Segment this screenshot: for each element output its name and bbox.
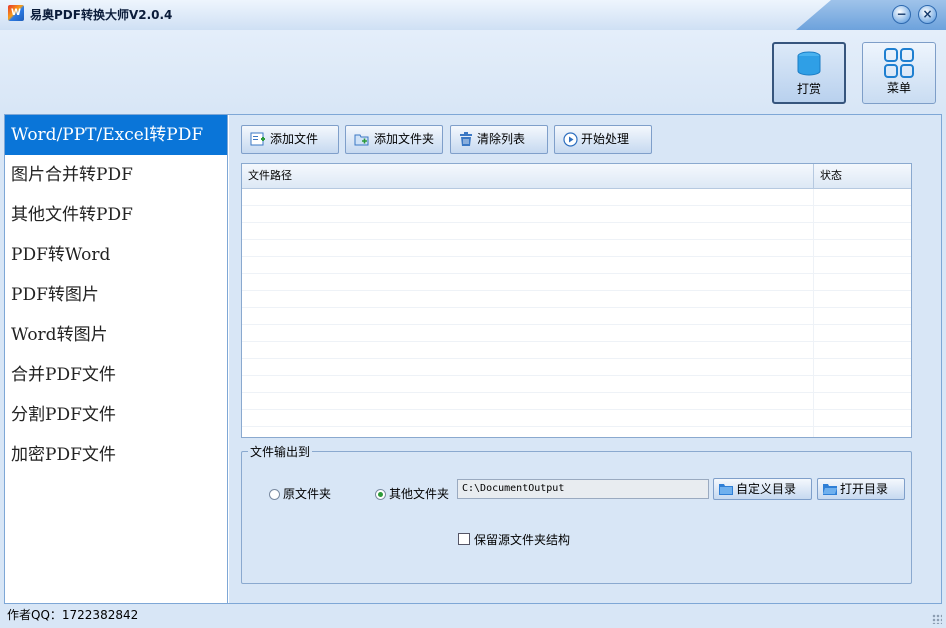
radio-indicator [269, 489, 280, 500]
radio-source-folder[interactable]: 原文件夹 [269, 485, 331, 502]
folder-icon [719, 484, 733, 495]
table-row [242, 325, 911, 342]
output-groupbox: 文件输出到 原文件夹 其他文件夹 C:\DocumentOutput 自定义目录 [241, 443, 912, 584]
resize-grip[interactable] [932, 614, 942, 624]
column-header-status[interactable]: 状态 [820, 164, 842, 188]
minimize-button[interactable]: − [892, 5, 911, 24]
open-directory-label: 打开目录 [840, 482, 889, 496]
add-folder-label: 添加文件夹 [374, 132, 435, 146]
table-header: 文件路径 状态 [242, 164, 911, 189]
output-legend: 文件输出到 [248, 443, 313, 460]
reward-label: 打赏 [796, 82, 821, 96]
table-row [242, 359, 911, 376]
table-row [242, 376, 911, 393]
sidebar-item-word-to-image[interactable]: Word转图片 [5, 315, 227, 355]
sidebar-item-pdf-to-word[interactable]: PDF转Word [5, 235, 227, 275]
trash-icon [460, 132, 472, 146]
content-panel: 添加文件 添加文件夹 清除列表 开始处理 文件路径 状态 文件输出到 原文件夹 … [229, 115, 941, 603]
app-logo-icon: W [8, 5, 24, 21]
table-row [242, 240, 911, 257]
start-button[interactable]: 开始处理 [554, 125, 652, 154]
table-row [242, 291, 911, 308]
sidebar-item-pdf-to-image[interactable]: PDF转图片 [5, 275, 227, 315]
table-row [242, 427, 911, 437]
radio-other-folder-label: 其他文件夹 [389, 487, 450, 501]
sidebar-item-other-to-pdf[interactable]: 其他文件转PDF [5, 195, 227, 235]
add-file-icon [250, 132, 265, 146]
table-row [242, 274, 911, 291]
open-directory-button[interactable]: 打开目录 [817, 478, 905, 500]
table-row [242, 257, 911, 274]
top-toolbar: 打赏 菜单 [0, 30, 946, 112]
status-bar: 作者QQ：1722382842 [0, 604, 946, 628]
file-list-table[interactable]: 文件路径 状态 [241, 163, 912, 438]
table-row [242, 189, 911, 206]
table-row [242, 308, 911, 325]
sidebar: Word/PPT/Excel转PDF 图片合并转PDF 其他文件转PDF PDF… [5, 115, 228, 603]
keep-structure-label: 保留源文件夹结构 [474, 533, 571, 547]
reward-button[interactable]: 打赏 [772, 42, 846, 104]
add-folder-button[interactable]: 添加文件夹 [345, 125, 443, 154]
table-row [242, 223, 911, 240]
title-bar: W 易奥PDF转换大师V2.0.4 − × [0, 0, 946, 30]
add-file-button[interactable]: 添加文件 [241, 125, 339, 154]
window-title: 易奥PDF转换大师V2.0.4 [30, 8, 173, 22]
sidebar-item-encrypt-pdf[interactable]: 加密PDF文件 [5, 435, 227, 475]
author-contact: 作者QQ：1722382842 [7, 608, 139, 622]
output-path-field[interactable]: C:\DocumentOutput [457, 479, 709, 499]
custom-directory-button[interactable]: 自定义目录 [713, 478, 812, 500]
checkbox-box [458, 533, 470, 545]
table-row [242, 410, 911, 427]
play-icon [563, 132, 578, 147]
radio-source-folder-label: 原文件夹 [283, 487, 332, 501]
custom-directory-label: 自定义目录 [736, 482, 797, 496]
main-frame: Word/PPT/Excel转PDF 图片合并转PDF 其他文件转PDF PDF… [4, 114, 942, 604]
clear-list-label: 清除列表 [477, 132, 526, 146]
menu-button[interactable]: 菜单 [862, 42, 936, 104]
coins-icon [797, 51, 821, 76]
start-label: 开始处理 [581, 132, 630, 146]
grid-icon [884, 48, 914, 78]
column-separator [813, 164, 814, 188]
add-folder-icon [354, 134, 369, 146]
sidebar-item-merge-pdf[interactable]: 合并PDF文件 [5, 355, 227, 395]
sidebar-item-office-to-pdf[interactable]: Word/PPT/Excel转PDF [5, 115, 227, 155]
radio-indicator-selected [375, 489, 386, 500]
table-row [242, 393, 911, 410]
keep-structure-checkbox[interactable]: 保留源文件夹结构 [458, 531, 570, 548]
close-button[interactable]: × [918, 5, 937, 24]
sidebar-item-split-pdf[interactable]: 分割PDF文件 [5, 395, 227, 435]
table-row [242, 342, 911, 359]
column-header-path[interactable]: 文件路径 [248, 164, 292, 188]
clear-list-button[interactable]: 清除列表 [450, 125, 548, 154]
add-file-label: 添加文件 [270, 132, 319, 146]
menu-label: 菜单 [886, 81, 911, 95]
sidebar-item-images-to-pdf[interactable]: 图片合并转PDF [5, 155, 227, 195]
radio-other-folder[interactable]: 其他文件夹 [375, 485, 449, 502]
folder-open-icon [823, 484, 837, 495]
table-row [242, 206, 911, 223]
